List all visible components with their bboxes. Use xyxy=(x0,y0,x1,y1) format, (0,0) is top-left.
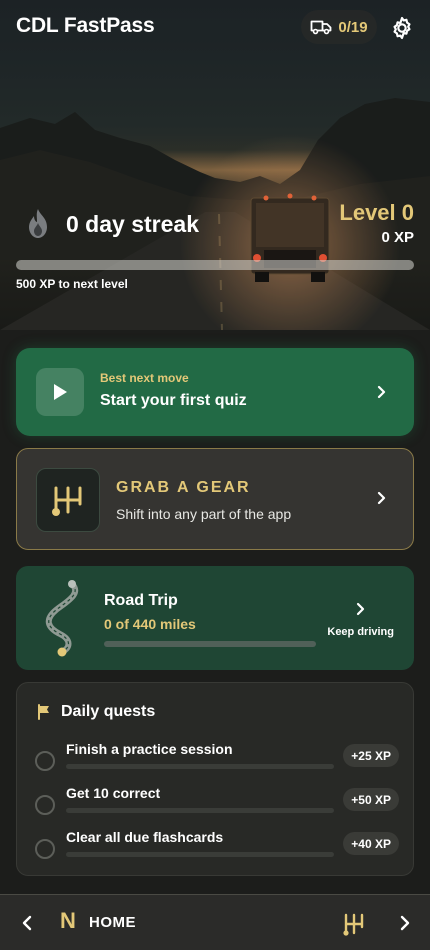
play-button-box xyxy=(36,368,84,416)
quest-label: Clear all due flashcards xyxy=(66,829,224,845)
grab-a-gear-subtitle: Shift into any part of the app xyxy=(116,506,292,522)
gear-shifter-box xyxy=(36,468,100,532)
quest-checkbox[interactable] xyxy=(35,839,55,859)
quest-checkbox[interactable] xyxy=(35,795,55,815)
hero-banner: CDL FastPass 0/19 0 day streak Level 0 0… xyxy=(0,0,430,330)
quest-checkbox[interactable] xyxy=(35,751,55,771)
bottom-navigation: N HOME xyxy=(0,894,430,950)
app-title: CDL FastPass xyxy=(16,14,155,37)
quest-item[interactable]: Finish a practice session +25 XP xyxy=(17,741,415,781)
chevron-left-icon[interactable] xyxy=(18,914,36,932)
chevron-right-icon xyxy=(356,602,365,616)
level-label: Level 0 xyxy=(339,200,414,225)
chevron-right-icon[interactable] xyxy=(396,914,414,932)
winding-road-icon xyxy=(45,580,79,657)
truck-count: 0/19 xyxy=(338,18,368,36)
gear-shifter-icon[interactable] xyxy=(342,912,366,936)
truck-counter-button[interactable]: 0/19 xyxy=(301,10,377,44)
keep-driving-link[interactable]: Keep driving xyxy=(327,626,394,638)
quest-xp-badge: +40 XP xyxy=(343,832,399,855)
quest-xp-badge: +25 XP xyxy=(343,744,399,767)
daily-quests-card: Daily quests Finish a practice session +… xyxy=(16,682,414,876)
chevron-right-icon xyxy=(377,491,386,505)
gear-shifter-icon xyxy=(52,486,82,516)
daily-quests-title: Daily quests xyxy=(61,703,156,720)
quest-progress-bar xyxy=(66,852,334,857)
streak-text: 0 day streak xyxy=(66,211,199,237)
quest-item[interactable]: Get 10 correct +50 XP xyxy=(17,785,415,825)
top-bar: CDL FastPass 0/19 xyxy=(0,0,430,56)
quest-progress-bar xyxy=(66,808,334,813)
quest-item[interactable]: Clear all due flashcards +40 XP xyxy=(17,829,415,869)
start-quiz-title: Start your first quiz xyxy=(100,392,247,409)
road-trip-miles: 0 of 440 miles xyxy=(104,616,196,632)
chevron-right-icon xyxy=(377,385,386,399)
grab-a-gear-card[interactable]: GRAB A GEAR Shift into any part of the a… xyxy=(16,448,414,550)
road-trip-progress-bar xyxy=(104,641,316,647)
current-gear-letter: N xyxy=(60,908,76,933)
xp-progress-bar xyxy=(16,260,414,270)
gear-icon[interactable] xyxy=(389,15,415,41)
road-trip-title: Road Trip xyxy=(104,592,178,609)
flag-icon xyxy=(38,704,49,720)
road-trip-card[interactable]: Road Trip 0 of 440 miles Keep driving xyxy=(16,566,414,670)
flame-icon xyxy=(29,209,47,238)
quest-progress-bar xyxy=(66,764,334,769)
play-icon xyxy=(54,384,67,400)
best-next-move-card[interactable]: Best next move Start your first quiz xyxy=(16,348,414,436)
quest-label: Finish a practice session xyxy=(66,741,233,757)
current-section-label: HOME xyxy=(89,914,136,931)
grab-a-gear-title: GRAB A GEAR xyxy=(116,479,251,496)
best-next-move-label: Best next move xyxy=(100,371,189,385)
xp-label: 0 XP xyxy=(381,229,414,246)
quest-label: Get 10 correct xyxy=(66,785,161,801)
daily-quests-header: Daily quests xyxy=(37,703,155,721)
next-level-text: 500 XP to next level xyxy=(16,277,128,291)
truck-icon xyxy=(310,20,332,35)
quest-xp-badge: +50 XP xyxy=(343,788,399,811)
